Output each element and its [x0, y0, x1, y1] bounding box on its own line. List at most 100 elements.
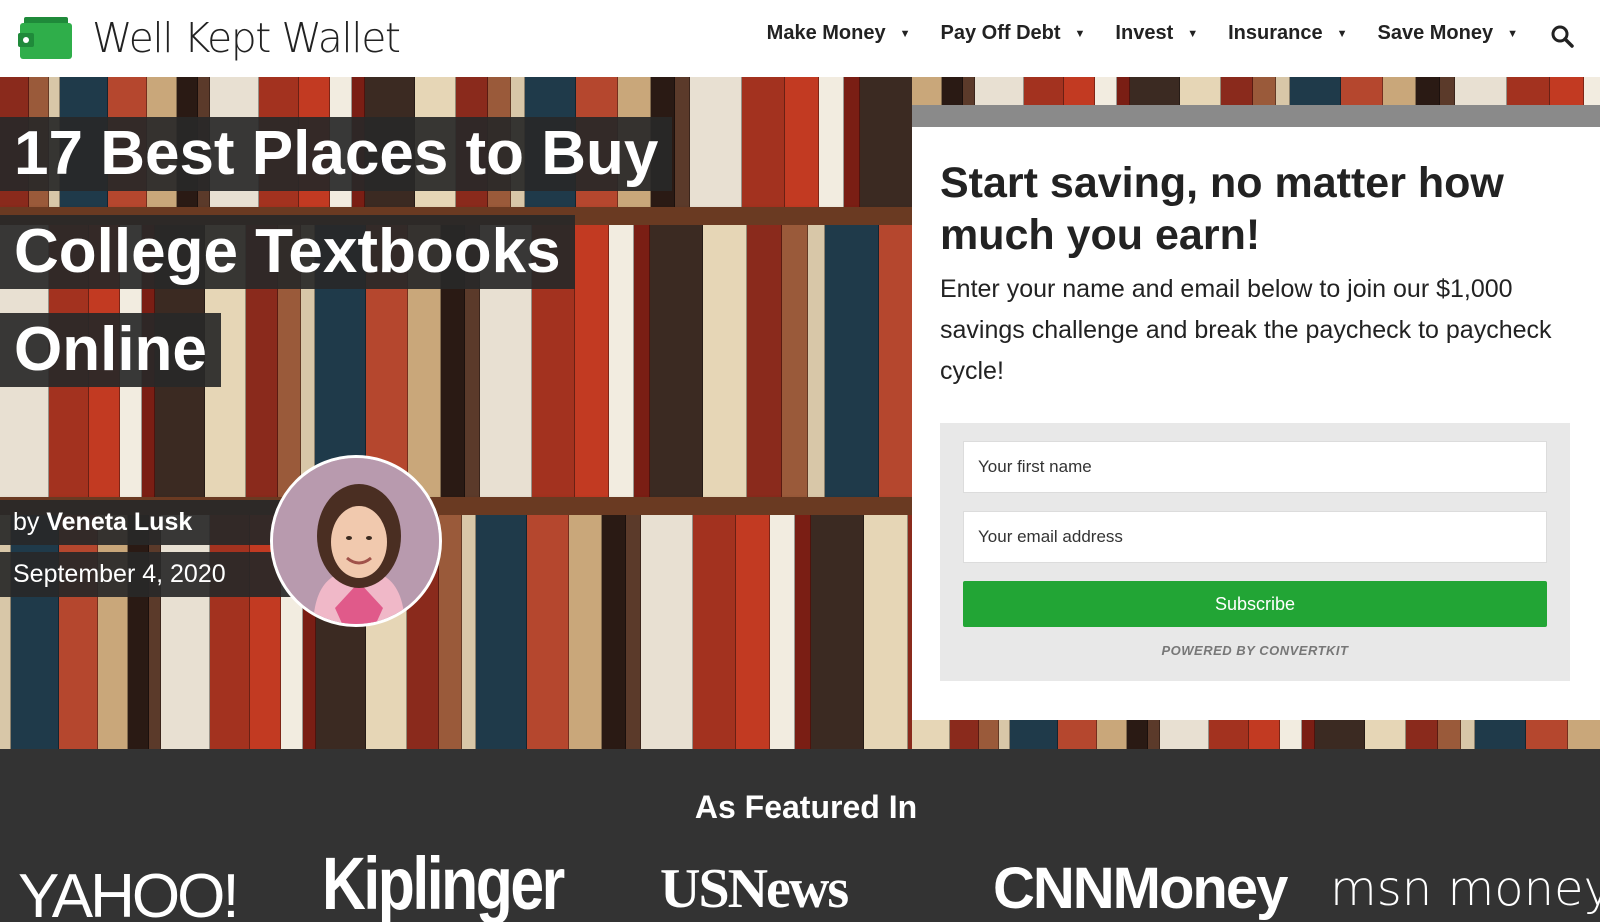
book-spine [626, 515, 641, 749]
book-spine [1160, 720, 1209, 749]
caret-down-icon: ▼ [899, 27, 911, 40]
book-spine [1148, 720, 1160, 749]
email-field[interactable] [963, 511, 1547, 563]
book-spine [0, 515, 11, 749]
book-spine [462, 515, 476, 749]
title-line: Online [0, 313, 221, 387]
author-byline: by Veneta Lusk [0, 500, 283, 545]
book-spine [1010, 720, 1058, 749]
book-spine [703, 225, 747, 497]
book-spine [999, 720, 1010, 749]
hero-banner: 17 Best Places to Buy College Textbooks … [0, 77, 1600, 749]
nav-invest[interactable]: Invest ▼ [1115, 22, 1198, 45]
optin-headline: Start saving, no matter how much you ear… [940, 159, 1504, 259]
featured-in-section: As Featured In YAHOO! Kiplinger USNews C… [0, 749, 1600, 922]
book-spine [1097, 720, 1127, 749]
first-name-field[interactable] [963, 441, 1547, 493]
book-spine [690, 77, 742, 207]
book-spine [785, 77, 819, 207]
book-spine [736, 515, 770, 749]
site-logo[interactable]: Well Kept Wallet [18, 8, 401, 68]
book-spine [210, 515, 250, 749]
optin-description: Enter your name and email below to join … [940, 275, 1552, 385]
site-name: Well Kept Wallet [92, 14, 401, 62]
caret-down-icon: ▼ [1336, 27, 1348, 40]
featured-title: As Featured In [694, 789, 918, 825]
book-spine [602, 515, 626, 749]
newsletter-optin: Start saving, no matter how much you ear… [912, 105, 1600, 720]
book-spine [979, 720, 999, 749]
book-spine [825, 225, 879, 497]
publish-date: September 4, 2020 [0, 552, 296, 597]
book-spine [912, 720, 950, 749]
book-spine [1526, 720, 1568, 749]
by-prefix: by [13, 508, 40, 536]
book-spine [1280, 720, 1302, 749]
book-spine [527, 515, 569, 749]
nav-label: Save Money [1377, 22, 1494, 44]
title-line: College Textbooks [0, 215, 575, 289]
book-spine [569, 515, 602, 749]
book-spine [742, 77, 785, 207]
book-spine [1365, 720, 1406, 749]
bookshelf-row-right-bottom [912, 720, 1600, 749]
author-photo [273, 458, 439, 624]
book-spine [808, 225, 825, 497]
optin-top-bar [912, 105, 1600, 127]
book-spine [1461, 720, 1475, 749]
subscribe-button[interactable]: Subscribe [963, 581, 1547, 627]
book-spine [161, 515, 210, 749]
book-spine [819, 77, 844, 207]
book-spine [811, 515, 864, 749]
book-spine [1438, 720, 1461, 749]
book-spine [59, 515, 98, 749]
book-spine [1568, 720, 1600, 749]
book-spine [1127, 720, 1148, 749]
first-name-input[interactable] [978, 457, 1546, 477]
article-title: 17 Best Places to Buy College Textbooks … [0, 117, 673, 411]
nav-label: Insurance [1228, 22, 1323, 44]
nav-make-money[interactable]: Make Money ▼ [767, 22, 911, 45]
kiplinger-logo: Kiplinger [322, 849, 565, 922]
caret-down-icon: ▼ [1074, 27, 1086, 40]
book-spine [693, 515, 736, 749]
nav-label: Invest [1115, 22, 1174, 44]
book-spine [476, 515, 527, 749]
book-spine [1249, 720, 1280, 749]
book-spine [675, 77, 690, 207]
nav-pay-off-debt[interactable]: Pay Off Debt ▼ [941, 22, 1086, 45]
title-line: 17 Best Places to Buy [0, 117, 673, 191]
book-spine [770, 515, 795, 749]
caret-down-icon: ▼ [1187, 27, 1199, 40]
book-spine [439, 515, 462, 749]
book-spine [149, 515, 161, 749]
wallet-icon [18, 17, 72, 59]
search-icon[interactable] [1550, 24, 1574, 48]
book-spine [747, 225, 782, 497]
book-spine [11, 515, 59, 749]
powered-by-link[interactable]: POWERED BY CONVERTKIT [940, 643, 1570, 658]
book-spine [1302, 720, 1315, 749]
book-spine [950, 720, 979, 749]
bookshelf-row-bottom [0, 515, 943, 749]
book-spine [128, 515, 149, 749]
usnews-logo: USNews [660, 858, 849, 920]
nav-save-money[interactable]: Save Money ▼ [1378, 22, 1519, 45]
book-spine [641, 515, 693, 749]
site-header: Well Kept Wallet Make Money ▼ Pay Off De… [0, 0, 1600, 77]
optin-form: Subscribe POWERED BY CONVERTKIT [940, 423, 1570, 681]
book-spine [844, 77, 860, 207]
email-input[interactable] [978, 527, 1546, 547]
caret-down-icon: ▼ [1507, 27, 1518, 40]
book-spine [1209, 720, 1249, 749]
book-spine [1475, 720, 1526, 749]
msn-money-logo: msn money [1330, 861, 1600, 917]
author-avatar [270, 455, 442, 627]
author-name[interactable]: Veneta Lusk [46, 508, 192, 536]
main-nav: Make Money ▼ Pay Off Debt ▼ Invest ▼ Ins… [737, 22, 1518, 45]
book-spine [1315, 720, 1365, 749]
yahoo-logo: YAHOO! [18, 862, 240, 922]
nav-label: Pay Off Debt [940, 22, 1061, 44]
book-spine [782, 225, 808, 497]
nav-insurance[interactable]: Insurance ▼ [1228, 22, 1347, 45]
